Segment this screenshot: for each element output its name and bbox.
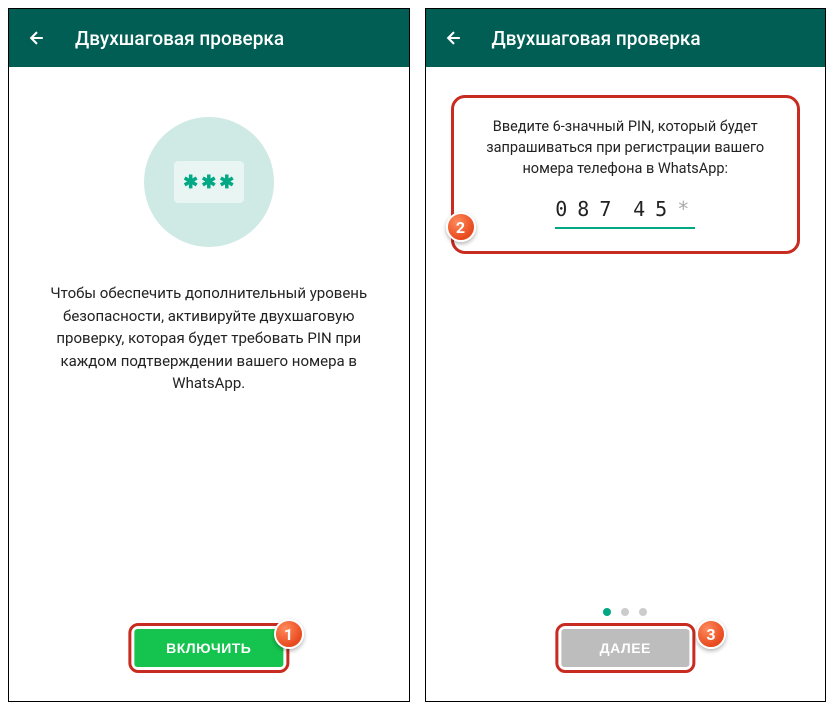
callout-badge-1: 1 — [274, 619, 304, 649]
password-icon: ✱ ✱ ✱ — [174, 161, 244, 203]
pin-prompt: Введите 6-значный PIN, который будет зап… — [474, 116, 778, 179]
back-arrow-icon[interactable] — [27, 28, 47, 48]
pin-digit: 8 — [577, 197, 595, 221]
button-highlight-box: ВКЛЮЧИТЬ — [128, 623, 289, 673]
pin-entry-section: Введите 6-значный PIN, который будет зап… — [451, 95, 801, 254]
screen-body: Введите 6-значный PIN, который будет зап… — [426, 67, 826, 701]
enable-button[interactable]: ВКЛЮЧИТЬ — [134, 629, 283, 667]
screen-body: ✱ ✱ ✱ Чтобы обеспечить дополнительный ур… — [9, 67, 409, 701]
star-icon: ✱ — [219, 172, 234, 193]
back-arrow-icon[interactable] — [444, 28, 464, 48]
pin-digit: 0 — [555, 197, 573, 221]
pin-digit: 5 — [655, 197, 673, 221]
screen-1-intro: Двухшаговая проверка ✱ ✱ ✱ Чтобы обеспеч… — [8, 8, 410, 702]
next-button[interactable]: ДАЛЕЕ — [562, 629, 689, 667]
pin-input[interactable]: 0 8 7 4 5 * — [555, 197, 695, 229]
callout-badge-3: 3 — [696, 619, 726, 649]
star-icon: ✱ — [201, 172, 216, 193]
security-icon-circle: ✱ ✱ ✱ — [144, 117, 274, 247]
star-icon: ✱ — [183, 172, 198, 193]
app-header: Двухшаговая проверка — [426, 9, 826, 67]
pin-digit: 4 — [633, 197, 651, 221]
header-title: Двухшаговая проверка — [75, 27, 284, 50]
page-indicator — [603, 608, 647, 616]
pin-digit: 7 — [599, 197, 617, 221]
page-dot — [639, 608, 647, 616]
page-dot — [621, 608, 629, 616]
screen-2-pin: Двухшаговая проверка Введите 6-значный P… — [425, 8, 827, 702]
pin-digit-masked: * — [677, 197, 695, 221]
button-highlight-box: ДАЛЕЕ — [556, 623, 695, 673]
description: Чтобы обеспечить дополнительный уровень … — [29, 282, 389, 395]
page-dot-active — [603, 608, 611, 616]
callout-badge-2: 2 — [446, 212, 476, 242]
header-title: Двухшаговая проверка — [492, 27, 701, 50]
app-header: Двухшаговая проверка — [9, 9, 409, 67]
